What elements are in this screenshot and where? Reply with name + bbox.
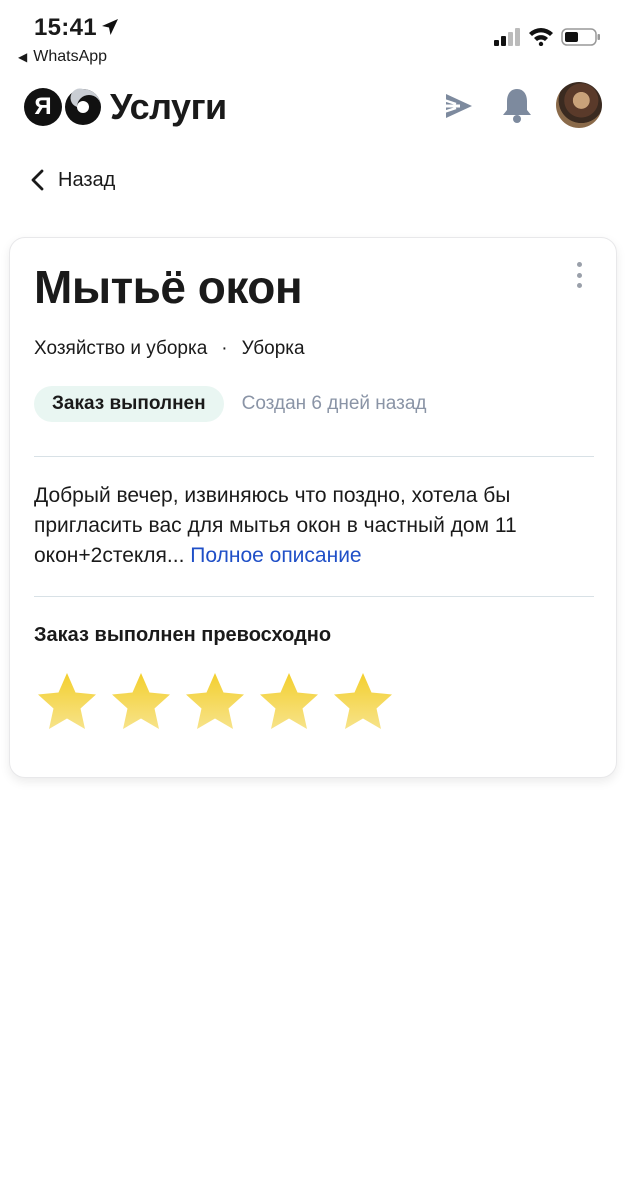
category-breadcrumb: Хозяйство и уборка · Уборка	[34, 338, 305, 360]
order-title: Мытьё окон	[34, 261, 303, 313]
order-card: Мытьё окон Хозяйство и уборка · Уборка З…	[9, 237, 617, 778]
status-bar: 15:41 ◀ WhatsApp	[0, 0, 626, 72]
wifi-icon	[529, 28, 553, 46]
subcategory-label: Уборка	[241, 338, 305, 359]
yandex-uslugi-logo[interactable]: Я Услуги	[24, 86, 227, 128]
more-options-icon[interactable]	[572, 262, 586, 288]
category-label: Хозяйство и уборка	[34, 338, 208, 359]
back-triangle-icon: ◀	[18, 50, 28, 64]
cellular-signal-icon	[494, 28, 520, 46]
full-description-link[interactable]: Полное описание	[190, 544, 361, 567]
back-to-app-link[interactable]: ◀ WhatsApp	[18, 48, 107, 66]
status-row: Заказ выполнен Создан 6 дней назад	[34, 386, 427, 422]
back-label: Назад	[58, 168, 116, 191]
created-timestamp: Создан 6 дней назад	[241, 393, 427, 414]
order-description: Добрый вечер, извиняюсь что поздно, хоте…	[34, 481, 594, 571]
location-arrow-icon	[102, 19, 118, 35]
breadcrumb-separator: ·	[221, 338, 228, 359]
logo-text: Услуги	[110, 86, 227, 127]
divider-bottom	[34, 596, 594, 597]
star-icon	[260, 673, 318, 729]
battery-icon	[561, 28, 600, 46]
star-icon	[186, 673, 244, 729]
star-icon	[334, 673, 392, 729]
star-icon	[112, 673, 170, 729]
user-avatar[interactable]	[556, 82, 602, 128]
divider-top	[34, 456, 594, 457]
chevron-left-icon	[31, 169, 44, 191]
status-badge: Заказ выполнен	[34, 386, 224, 422]
back-button[interactable]: Назад	[30, 168, 115, 192]
rating-title: Заказ выполнен превосходно	[34, 624, 332, 646]
send-icon[interactable]	[440, 88, 476, 124]
star-icon	[38, 673, 96, 729]
clock: 15:41	[34, 14, 97, 41]
rating-stars	[34, 670, 396, 736]
bell-icon[interactable]	[500, 86, 534, 124]
app-header: Я Услуги	[0, 80, 626, 134]
back-app-label: WhatsApp	[33, 48, 108, 65]
logo-ya-mark: Я	[24, 88, 62, 126]
logo-swirl-icon	[65, 88, 101, 125]
